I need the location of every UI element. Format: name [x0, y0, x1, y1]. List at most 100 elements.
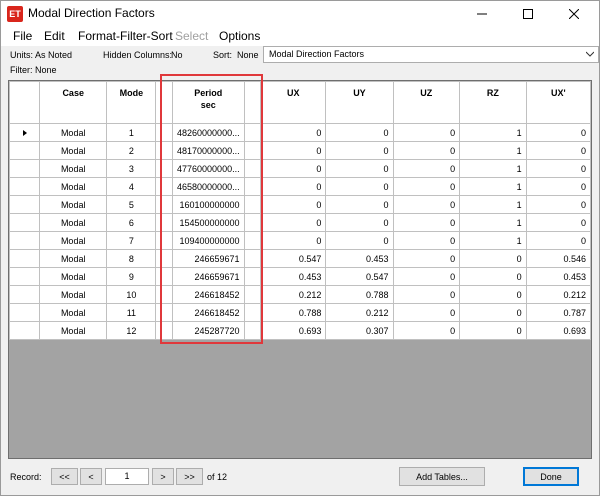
cell-uz[interactable]: 0	[392, 177, 461, 196]
close-button[interactable]	[551, 1, 597, 27]
cell-rz[interactable]: 1	[459, 231, 527, 250]
cell-uz[interactable]: 0	[392, 213, 461, 232]
cell-period[interactable]: 245287720	[172, 321, 245, 340]
cell-period[interactable]: 246659671	[172, 267, 245, 286]
cell-ux[interactable]: 0	[260, 123, 327, 142]
table-row[interactable]: Modal 9 246659671 0.453 0.547 0 0 0.453	[9, 267, 591, 286]
column-header-uy[interactable]: UY	[325, 81, 394, 124]
table-row[interactable]: Modal 11 246618452 0.788 0.212 0 0 0.787	[9, 303, 591, 322]
cell-uy[interactable]: 0	[325, 195, 394, 214]
done-button[interactable]: Done	[523, 467, 579, 486]
cell-uy[interactable]: 0	[325, 159, 394, 178]
cell-period[interactable]: 246659671	[172, 249, 245, 268]
menu-file[interactable]: File	[13, 29, 32, 43]
table-row[interactable]: Modal 5 160100000000 0 0 0 1 0	[9, 195, 591, 214]
row-header[interactable]	[9, 285, 41, 304]
cell-ux-prime[interactable]: 0	[525, 123, 591, 142]
cell-case[interactable]: Modal	[39, 159, 108, 178]
row-header[interactable]	[9, 123, 41, 142]
cell-uy[interactable]: 0.212	[325, 303, 394, 322]
cell-period[interactable]: 160100000000	[172, 195, 245, 214]
cell-case[interactable]: Modal	[39, 267, 108, 286]
maximize-button[interactable]	[505, 1, 551, 27]
cell-ux-prime[interactable]: 0.787	[525, 303, 591, 322]
cell-period[interactable]: 246618452	[172, 303, 245, 322]
cell-ux[interactable]: 0.212	[260, 285, 327, 304]
cell-mode[interactable]: 11	[106, 303, 157, 322]
cell-mode[interactable]: 2	[106, 141, 157, 160]
cell-mode[interactable]: 8	[106, 249, 157, 268]
cell-mode[interactable]: 10	[106, 285, 157, 304]
cell-case[interactable]: Modal	[39, 231, 108, 250]
record-number-input[interactable]: 1	[105, 468, 149, 485]
menu-options[interactable]: Options	[219, 29, 260, 43]
cell-uz[interactable]: 0	[392, 267, 461, 286]
row-header[interactable]	[9, 177, 41, 196]
cell-uy[interactable]: 0	[325, 141, 394, 160]
cell-rz[interactable]: 1	[459, 213, 527, 232]
cell-uy[interactable]: 0.547	[325, 267, 394, 286]
cell-uz[interactable]: 0	[392, 141, 461, 160]
cell-case[interactable]: Modal	[39, 285, 108, 304]
cell-period[interactable]: 109400000000	[172, 231, 245, 250]
column-header-uz[interactable]: UZ	[392, 81, 461, 124]
cell-ux-prime[interactable]: 0.453	[525, 267, 591, 286]
cell-case[interactable]: Modal	[39, 321, 108, 340]
add-tables-button[interactable]: Add Tables...	[399, 467, 485, 486]
table-row[interactable]: Modal 2 48170000000... 0 0 0 1 0	[9, 141, 591, 160]
cell-case[interactable]: Modal	[39, 249, 108, 268]
cell-uy[interactable]: 0	[325, 177, 394, 196]
table-row[interactable]: Modal 4 46580000000... 0 0 0 1 0	[9, 177, 591, 196]
cell-mode[interactable]: 3	[106, 159, 157, 178]
cell-rz[interactable]: 0	[459, 321, 527, 340]
cell-rz[interactable]: 0	[459, 249, 527, 268]
corner-header[interactable]	[9, 81, 41, 124]
cell-uz[interactable]: 0	[392, 231, 461, 250]
cell-rz[interactable]: 0	[459, 267, 527, 286]
table-row[interactable]: Modal 3 47760000000... 0 0 0 1 0	[9, 159, 591, 178]
cell-ux-prime[interactable]: 0	[525, 159, 591, 178]
row-header[interactable]	[9, 303, 41, 322]
cell-mode[interactable]: 5	[106, 195, 157, 214]
row-header[interactable]	[9, 213, 41, 232]
column-header-period[interactable]: Period sec	[172, 81, 245, 124]
cell-uy[interactable]: 0	[325, 213, 394, 232]
cell-ux[interactable]: 0	[260, 195, 327, 214]
row-header[interactable]	[9, 159, 41, 178]
cell-case[interactable]: Modal	[39, 303, 108, 322]
table-row[interactable]: Modal 1 48260000000... 0 0 0 1 0	[9, 123, 591, 142]
table-row[interactable]: Modal 10 246618452 0.212 0.788 0 0 0.212	[9, 285, 591, 304]
cell-rz[interactable]: 1	[459, 195, 527, 214]
row-header[interactable]	[9, 321, 41, 340]
cell-ux[interactable]: 0	[260, 159, 327, 178]
cell-case[interactable]: Modal	[39, 177, 108, 196]
cell-mode[interactable]: 1	[106, 123, 157, 142]
table-row[interactable]: Modal 6 154500000000 0 0 0 1 0	[9, 213, 591, 232]
cell-uy[interactable]: 0.453	[325, 249, 394, 268]
cell-uy[interactable]: 0	[325, 231, 394, 250]
cell-case[interactable]: Modal	[39, 141, 108, 160]
cell-mode[interactable]: 6	[106, 213, 157, 232]
cell-ux-prime[interactable]: 0	[525, 177, 591, 196]
cell-uz[interactable]: 0	[392, 285, 461, 304]
cell-uz[interactable]: 0	[392, 159, 461, 178]
menu-format-filter-sort[interactable]: Format-Filter-Sort	[78, 29, 173, 43]
cell-ux-prime[interactable]: 0	[525, 231, 591, 250]
cell-mode[interactable]: 12	[106, 321, 157, 340]
row-header[interactable]	[9, 141, 41, 160]
cell-period[interactable]: 48170000000...	[172, 141, 245, 160]
cell-period[interactable]: 48260000000...	[172, 123, 245, 142]
cell-ux[interactable]: 0.453	[260, 267, 327, 286]
cell-case[interactable]: Modal	[39, 213, 108, 232]
cell-uy[interactable]: 0	[325, 123, 394, 142]
cell-ux-prime[interactable]: 0.546	[525, 249, 591, 268]
cell-period[interactable]: 246618452	[172, 285, 245, 304]
column-header-rz[interactable]: RZ	[459, 81, 527, 124]
cell-period[interactable]: 46580000000...	[172, 177, 245, 196]
cell-ux[interactable]: 0.788	[260, 303, 327, 322]
cell-rz[interactable]: 1	[459, 123, 527, 142]
table-row[interactable]: Modal 7 109400000000 0 0 0 1 0	[9, 231, 591, 250]
cell-mode[interactable]: 7	[106, 231, 157, 250]
cell-uz[interactable]: 0	[392, 249, 461, 268]
row-header[interactable]	[9, 249, 41, 268]
